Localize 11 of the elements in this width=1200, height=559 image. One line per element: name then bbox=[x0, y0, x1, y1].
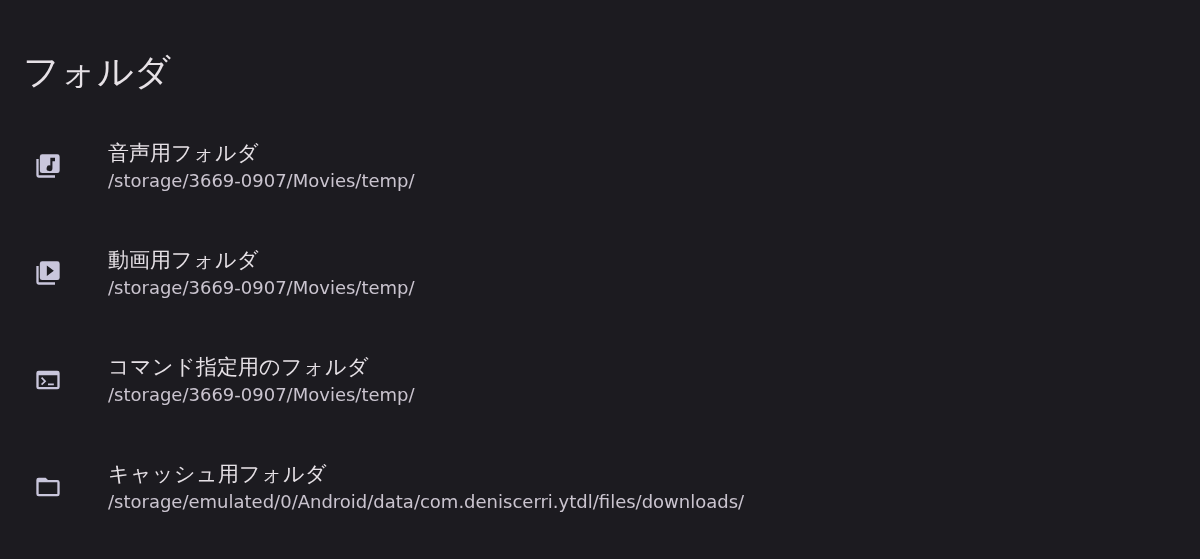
setting-title[interactable]: コマンド指定用のフォルダ bbox=[108, 351, 369, 382]
folder-path: /storage/3669-0907/Movies/temp/ bbox=[108, 275, 415, 300]
setting-title[interactable]: 動画用フォルダ bbox=[108, 244, 259, 275]
folder-path: /storage/3669-0907/Movies/temp/ bbox=[108, 382, 415, 407]
section-title: フォルダ bbox=[23, 50, 171, 94]
music-library-icon bbox=[34, 151, 62, 180]
folder-path: /storage/emulated/0/Android/data/com.deniscerri.ytdl/files/downloads/ bbox=[108, 489, 745, 514]
setting-title[interactable]: 音声用フォルダ bbox=[108, 137, 259, 168]
folder-path: /storage/3669-0907/Movies/temp/ bbox=[108, 168, 415, 193]
setting-title[interactable]: キャッシュ用フォルダ bbox=[108, 458, 327, 489]
video-library-icon bbox=[34, 258, 62, 287]
